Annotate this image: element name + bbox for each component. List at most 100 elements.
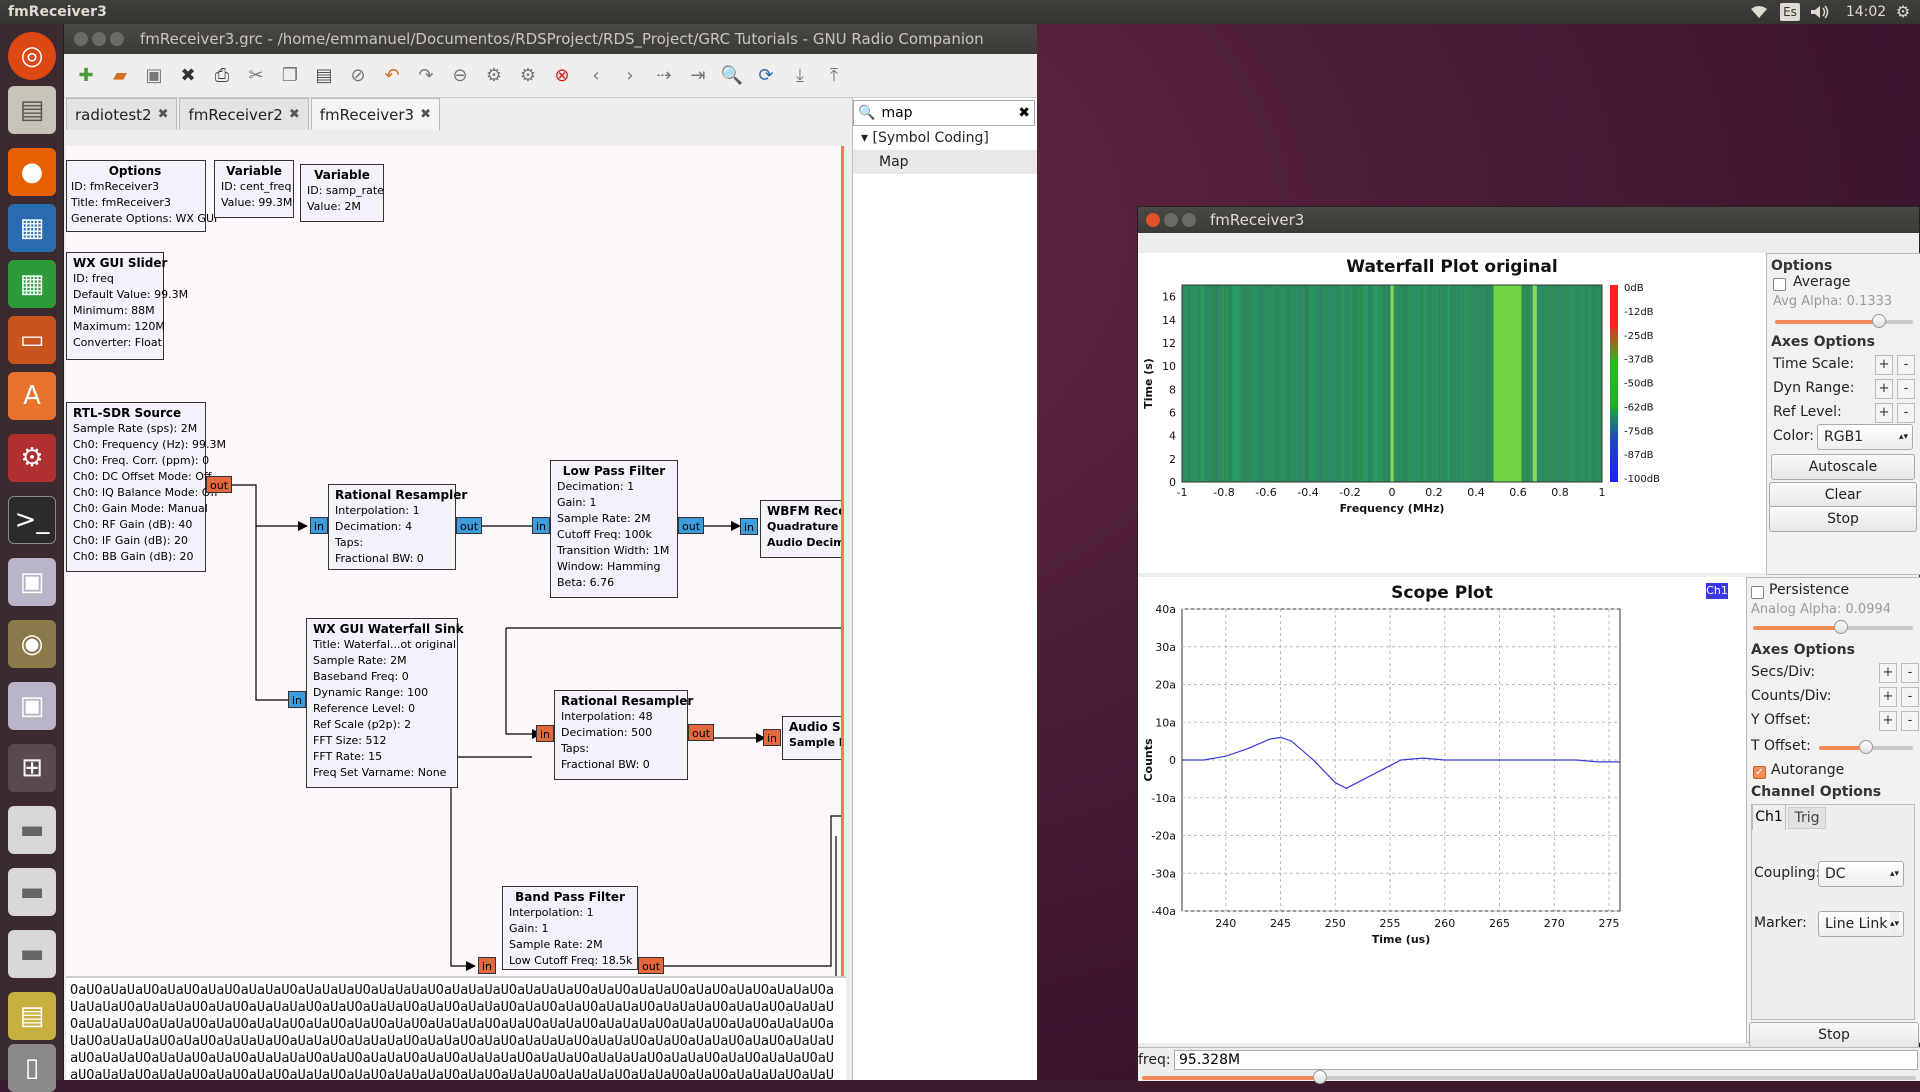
- audio-sink-block[interactable]: Audio Sink Sample Rate: [782, 716, 841, 760]
- rational-resampler-block-1[interactable]: Rational Resampler Interpolation: 1 Deci…: [328, 484, 467, 570]
- grc-flowgraph-icon[interactable]: ▣: [8, 682, 56, 730]
- scope-stop-button[interactable]: Stop: [1749, 1022, 1919, 1048]
- software-center-icon[interactable]: A: [8, 372, 56, 420]
- cut-icon[interactable]: ✂: [242, 62, 270, 90]
- time-scale-minus-button[interactable]: -: [1897, 355, 1915, 375]
- drive-icon[interactable]: ▬: [8, 806, 56, 854]
- generate-icon[interactable]: ⚙: [480, 62, 508, 90]
- dyn-range-plus-button[interactable]: +: [1875, 379, 1893, 399]
- autoscale-button[interactable]: Autoscale: [1771, 454, 1915, 480]
- execute-icon[interactable]: ⚙: [514, 62, 542, 90]
- low-pass-filter-block[interactable]: Low Pass Filter Decimation: 1 Gain: 1 Sa…: [550, 460, 678, 598]
- rotate-left-icon[interactable]: ‹: [582, 62, 610, 90]
- workspace-switcher-icon[interactable]: ⊞: [8, 744, 56, 792]
- tab-fmreceiver3[interactable]: fmReceiver3 ✖: [310, 98, 440, 131]
- wx-gui-slider-block[interactable]: WX GUI Slider ID: freq Default Value: 99…: [66, 252, 188, 360]
- tree-category[interactable]: ▾ [Symbol Coding]: [853, 126, 1037, 150]
- rtl-sdr-source-block[interactable]: RTL-SDR Source Sample Rate (sps): 2M Ch0…: [66, 402, 226, 572]
- tab-radiotest2[interactable]: radiotest2 ✖: [66, 98, 178, 131]
- firefox-icon[interactable]: ●: [8, 148, 56, 196]
- y-offset-minus-button[interactable]: -: [1901, 711, 1919, 731]
- freq-slider[interactable]: [1142, 1070, 1916, 1084]
- wifi-icon[interactable]: [1748, 0, 1770, 24]
- move-up-icon[interactable]: ⤒: [820, 62, 848, 90]
- lpf-in-port[interactable]: in: [532, 517, 551, 534]
- files-icon[interactable]: ▤: [8, 86, 56, 134]
- minimize-window-button[interactable]: [1164, 213, 1178, 227]
- ref-level-minus-button[interactable]: -: [1897, 403, 1915, 423]
- wbfm-in-port[interactable]: in: [740, 518, 759, 535]
- close-tab-icon[interactable]: ✖: [289, 99, 300, 131]
- persistence-checkbox[interactable]: [1751, 586, 1764, 599]
- flowgraph-canvas[interactable]: Options ID: fmReceiver3 Title: fmReceive…: [66, 146, 844, 976]
- paste-icon[interactable]: ▤: [310, 62, 338, 90]
- avg-alpha-slider[interactable]: [1775, 314, 1913, 328]
- marker-select[interactable]: Line Link ▴▾: [1818, 911, 1904, 937]
- delete-icon[interactable]: ⊘: [344, 62, 372, 90]
- save-icon[interactable]: ▣: [140, 62, 168, 90]
- redo-icon[interactable]: ↷: [412, 62, 440, 90]
- color-select[interactable]: RGB1 ▴▾: [1817, 424, 1913, 450]
- close-tab-icon[interactable]: ✖: [158, 99, 169, 131]
- dash-icon[interactable]: ◎: [8, 32, 56, 80]
- secs-div-minus-button[interactable]: -: [1901, 663, 1919, 683]
- average-checkbox[interactable]: [1773, 278, 1786, 291]
- variable-block-samp-rate[interactable]: Variable ID: samp_rate Value: 2M: [300, 164, 384, 222]
- maximize-window-button[interactable]: [110, 32, 124, 46]
- rotate-right-icon[interactable]: ›: [616, 62, 644, 90]
- ref-level-plus-button[interactable]: +: [1875, 403, 1893, 423]
- find-icon[interactable]: 🔍: [718, 62, 746, 90]
- undo-icon[interactable]: ↶: [378, 62, 406, 90]
- trash-icon[interactable]: ▯: [8, 1044, 56, 1092]
- copy-icon[interactable]: ❐: [276, 62, 304, 90]
- dyn-range-minus-button[interactable]: -: [1897, 379, 1915, 399]
- open-icon[interactable]: ▰: [106, 62, 134, 90]
- tab-ch1[interactable]: Ch1: [1752, 804, 1786, 830]
- lpf-out-port[interactable]: out: [678, 517, 705, 534]
- secs-div-plus-button[interactable]: +: [1879, 663, 1897, 683]
- drive-icon-3[interactable]: ▬: [8, 930, 56, 978]
- minimize-window-button[interactable]: [92, 32, 106, 46]
- waterfall-in-port[interactable]: in: [288, 691, 307, 708]
- maximize-window-button[interactable]: [1182, 213, 1196, 227]
- new-icon[interactable]: ✚: [72, 62, 100, 90]
- clear-search-icon[interactable]: ✖: [1018, 105, 1030, 121]
- keyboard-layout-indicator[interactable]: Es: [1780, 3, 1800, 21]
- network-drive-icon[interactable]: ▤: [8, 992, 56, 1040]
- waterfall-stop-button[interactable]: Stop: [1769, 506, 1917, 532]
- gear-icon[interactable]: ⚙: [1892, 0, 1914, 24]
- bpf-in-port[interactable]: in: [478, 957, 497, 974]
- y-offset-plus-button[interactable]: +: [1879, 711, 1897, 731]
- app-icon[interactable]: ◉: [8, 620, 56, 668]
- bpf-out-port[interactable]: out: [638, 957, 665, 974]
- kill-icon[interactable]: ⊗: [548, 62, 576, 90]
- close-tab-icon[interactable]: ✖: [420, 99, 431, 131]
- volume-icon[interactable]: [1808, 0, 1832, 24]
- counts-div-plus-button[interactable]: +: [1879, 687, 1897, 707]
- clear-button[interactable]: Clear: [1769, 482, 1917, 508]
- options-block[interactable]: Options ID: fmReceiver3 Title: fmReceive…: [66, 160, 217, 232]
- wbfm-receive-block[interactable]: WBFM Receive Quadrature Rate Audio Decim…: [760, 500, 841, 558]
- resampler1-out-port[interactable]: out: [456, 517, 483, 534]
- bypass-icon[interactable]: ⇥: [684, 62, 712, 90]
- block-search-input[interactable]: 🔍 map ✖: [853, 100, 1035, 126]
- counts-div-minus-button[interactable]: -: [1901, 687, 1919, 707]
- impress-icon[interactable]: ▭: [8, 316, 56, 364]
- analog-alpha-slider[interactable]: [1753, 620, 1913, 634]
- calc-icon[interactable]: ▦: [8, 260, 56, 308]
- reload-icon[interactable]: ⟳: [752, 62, 780, 90]
- resampler1-in-port[interactable]: in: [310, 517, 329, 534]
- tab-trig[interactable]: Trig: [1788, 807, 1826, 829]
- autorange-checkbox[interactable]: ✓: [1753, 766, 1766, 779]
- band-pass-filter-block[interactable]: Band Pass Filter Interpolation: 1 Gain: …: [502, 886, 638, 970]
- move-down-icon[interactable]: ⤓: [786, 62, 814, 90]
- wx-gui-waterfall-sink-block[interactable]: WX GUI Waterfall Sink Title: Waterfal...…: [306, 618, 464, 788]
- t-offset-slider[interactable]: [1819, 740, 1913, 754]
- resampler2-in-port[interactable]: in: [536, 725, 555, 742]
- tree-item-map[interactable]: Map: [853, 150, 1037, 174]
- close-icon[interactable]: ✖: [174, 62, 202, 90]
- writer-icon[interactable]: ▦: [8, 204, 56, 252]
- coupling-select[interactable]: DC ▴▾: [1818, 861, 1904, 887]
- clock[interactable]: 14:02: [1845, 0, 1887, 24]
- tab-fmreceiver2[interactable]: fmReceiver2 ✖: [179, 98, 309, 131]
